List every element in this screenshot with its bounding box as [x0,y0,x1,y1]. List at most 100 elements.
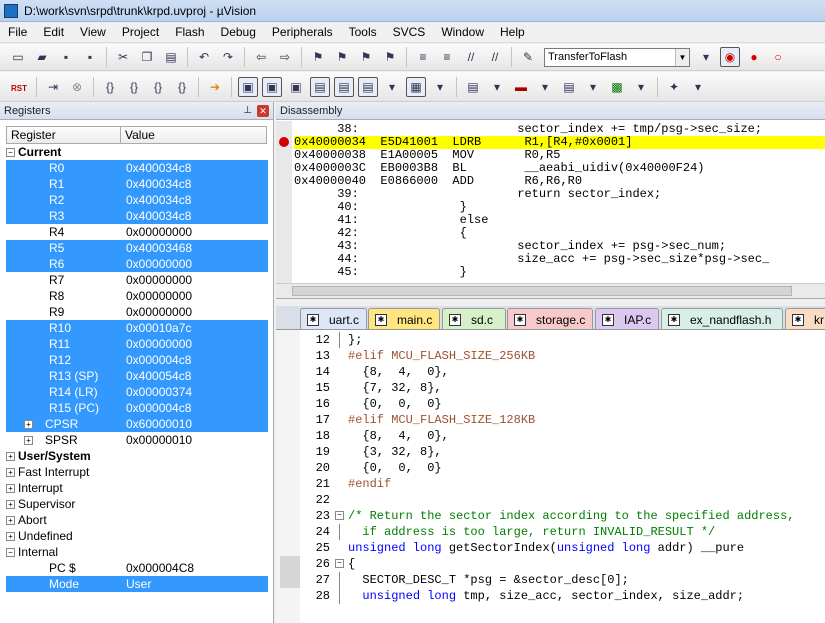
code-line[interactable]: 18 {8, 4, 0}, [276,428,825,444]
register-row[interactable]: R13 (SP) 0x400054c8 [6,368,268,384]
call-stack-window-icon[interactable]: ▤ [334,76,354,97]
register-value[interactable]: User [120,577,151,591]
find-in-files-icon[interactable]: ✎ [518,47,538,67]
navigate-forward-icon[interactable]: ⇨ [275,47,295,67]
reset-cpu-icon[interactable]: RST [8,75,30,99]
disassembly-horizontal-scrollbar[interactable] [276,283,825,298]
register-value[interactable]: 0x000004C8 [120,561,194,575]
scrollbar-thumb[interactable] [292,286,792,296]
close-icon[interactable]: ✕ [257,104,269,117]
expand-icon[interactable]: + [6,531,15,541]
code-line[interactable]: 14 {8, 4, 0}, [276,364,825,380]
register-value[interactable]: 0x00000000 [120,273,192,287]
menu-project[interactable]: Project [114,22,167,43]
register-value[interactable]: 0x60000010 [120,417,192,431]
unindent-icon[interactable]: ≡ [437,47,457,67]
system-viewer-icon[interactable]: ▩ [607,77,627,97]
menu-flash[interactable]: Flash [167,22,212,43]
register-value[interactable]: 0x00000010 [120,433,192,447]
register-value[interactable]: 0x400034c8 [120,209,191,223]
register-group-current[interactable]: − Current [6,144,268,160]
code-line[interactable]: 16 {0, 0, 0} [276,396,825,412]
menu-tools[interactable]: Tools [341,22,385,43]
disable-breakpoint-icon[interactable]: ○ [768,47,788,67]
register-value[interactable]: 0x400034c8 [120,193,191,207]
step-over-icon[interactable]: {} [124,77,144,97]
register-row[interactable]: R0 0x400034c8 [6,160,268,176]
menu-peripherals[interactable]: Peripherals [264,22,341,43]
open-file-icon[interactable]: ▰ [32,47,52,67]
code-line[interactable]: 17 #elif MCU_FLASH_SIZE_128KB [276,412,825,428]
register-row[interactable]: PC $ 0x000004C8 [6,560,268,576]
code-line[interactable]: 28 unsigned long tmp, size_acc, sector_i… [276,588,825,604]
register-row[interactable]: + SPSR 0x00000010 [6,432,268,448]
menu-help[interactable]: Help [492,22,533,43]
code-line[interactable]: 19 {3, 32, 8}, [276,444,825,460]
disassembly-window-icon[interactable]: ▣ [262,76,282,97]
register-row[interactable]: R12 0x000004c8 [6,352,268,368]
clear-bookmarks-icon[interactable]: ⚑ [380,47,400,67]
expand-icon[interactable]: + [6,499,15,509]
code-line[interactable]: 25 unsigned long getSectorIndex(unsigned … [276,540,825,556]
code-line[interactable]: 24 if address is too large, return INVAL… [276,524,825,540]
expand-icon[interactable]: + [6,451,15,461]
memory-window-icon[interactable]: ▦ [406,76,426,97]
register-row[interactable]: R4 0x00000000 [6,224,268,240]
register-value[interactable]: 0x00000000 [120,225,192,239]
watch-dropdown-icon[interactable]: ▾ [382,77,402,97]
register-row[interactable]: R14 (LR) 0x00000374 [6,384,268,400]
menu-edit[interactable]: Edit [35,22,72,43]
paste-icon[interactable]: ▤ [161,47,181,67]
column-register[interactable]: Register [7,127,121,143]
tab-sd-c[interactable]: ✱ sd.c [442,308,506,329]
register-row[interactable]: R8 0x00000000 [6,288,268,304]
symbols-window-icon[interactable]: ▣ [286,77,306,97]
serial-dropdown-icon[interactable]: ▾ [487,77,507,97]
register-row[interactable]: + CPSR 0x60000010 [6,416,268,432]
target-select[interactable]: TransferToFlash ▼ [544,47,690,67]
register-value[interactable]: 0x000004c8 [120,401,191,415]
expand-icon[interactable]: + [6,467,15,477]
register-row[interactable]: R11 0x00000000 [6,336,268,352]
next-bookmark-icon[interactable]: ⚑ [356,47,376,67]
system-viewer-dropdown-icon[interactable]: ▾ [631,77,651,97]
registers-window-icon[interactable]: ▤ [310,76,330,97]
register-value[interactable]: 0x400054c8 [120,369,191,383]
copy-icon[interactable]: ❐ [137,47,157,67]
stop-icon[interactable]: ⊗ [67,77,87,97]
toolbox-dropdown-icon[interactable]: ▾ [688,77,708,97]
register-row[interactable]: R9 0x00000000 [6,304,268,320]
code-line[interactable]: 22 [276,492,825,508]
command-window-icon[interactable]: ▣ [238,76,258,97]
tab-storage-c[interactable]: ✱ storage.c [507,308,593,329]
register-row[interactable]: R7 0x00000000 [6,272,268,288]
register-value[interactable]: 0x00000000 [120,289,192,303]
chevron-down-icon[interactable]: ▼ [675,48,689,66]
expand-icon[interactable]: + [24,419,33,429]
column-value[interactable]: Value [121,127,155,143]
trace-dropdown-icon[interactable]: ▾ [583,77,603,97]
insert-breakpoint-icon[interactable]: ● [744,47,764,67]
tab-main-c[interactable]: ✱ main.c [368,308,440,329]
dropdown-arrow-icon[interactable]: ▾ [696,47,716,67]
fold-collapse-icon[interactable]: − [335,511,344,520]
register-group-row[interactable]: + User/System [6,448,268,464]
prev-bookmark-icon[interactable]: ⚑ [332,47,352,67]
register-group-row[interactable]: + Undefined [6,528,268,544]
comment-icon[interactable]: // [461,47,481,67]
expand-icon[interactable]: + [24,435,33,445]
tab-uart-c[interactable]: ✱ uart.c [300,308,367,329]
bookmark-icon[interactable]: ⚑ [308,47,328,67]
code-line[interactable]: 20 {0, 0, 0} [276,460,825,476]
register-value[interactable]: 0x400034c8 [120,177,191,191]
indent-icon[interactable]: ≡ [413,47,433,67]
redo-icon[interactable]: ↷ [218,47,238,67]
collapse-icon[interactable]: − [6,147,15,157]
register-value[interactable]: 0x400034c8 [120,161,191,175]
debug-session-icon[interactable]: ◉ [720,47,740,67]
trace-window-icon[interactable]: ▤ [559,77,579,97]
menu-debug[interactable]: Debug [213,22,264,43]
tab-kr[interactable]: ✱ kr [785,308,825,329]
register-value[interactable]: 0x00000374 [120,385,192,399]
register-row[interactable]: R3 0x400034c8 [6,208,268,224]
